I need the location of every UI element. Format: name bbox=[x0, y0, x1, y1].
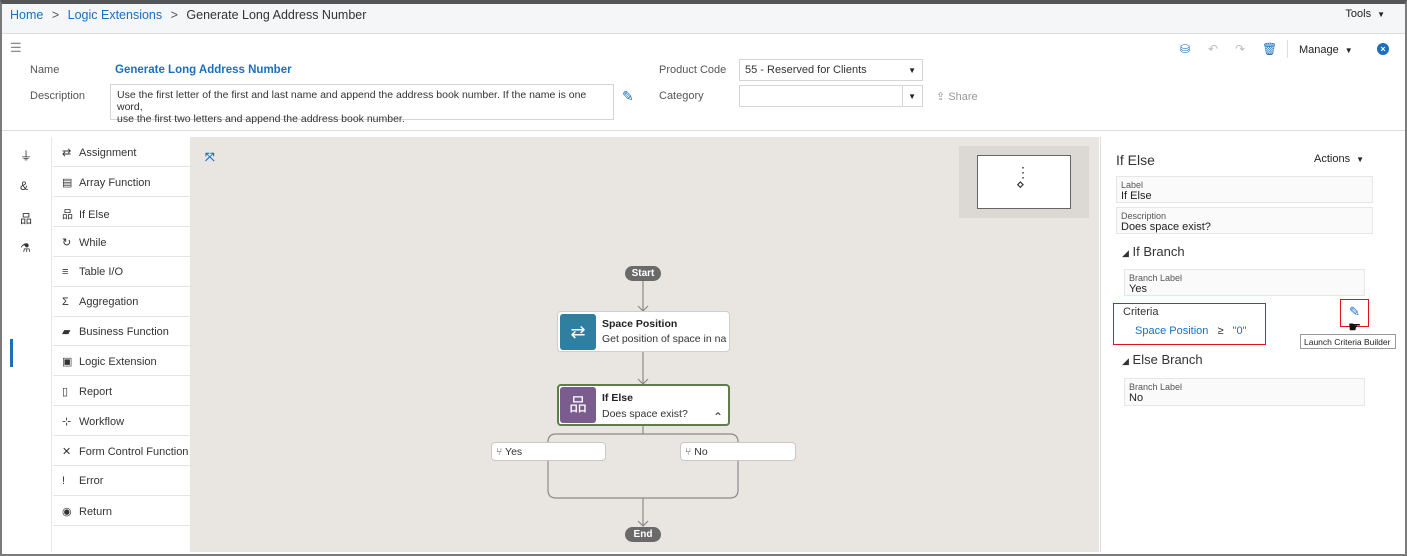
space-position-node[interactable]: ⇄ Space Position Get position of space i… bbox=[557, 311, 730, 352]
end-node[interactable]: End bbox=[625, 527, 661, 542]
start-node[interactable]: Start bbox=[625, 266, 661, 281]
collapse-triangle-icon: ◢ bbox=[1122, 356, 1129, 366]
section-heading: Else Branch bbox=[1132, 352, 1203, 367]
criteria-label: Criteria bbox=[1123, 306, 1159, 318]
field-label: Description bbox=[1121, 211, 1167, 221]
criteria-operator: ≥ bbox=[1217, 325, 1224, 337]
branch-icon: ⑂ bbox=[685, 446, 692, 458]
if-branch-label-field[interactable]: Branch Label Yes bbox=[1124, 269, 1365, 296]
node-title: If Else bbox=[602, 392, 633, 404]
field-value: Does space exist? bbox=[1121, 221, 1211, 233]
branch-icon: ⑂ bbox=[496, 446, 503, 458]
field-value: If Else bbox=[1121, 190, 1152, 202]
field-label: Branch Label bbox=[1129, 382, 1183, 392]
description-field[interactable]: Description Does space exist? bbox=[1116, 207, 1373, 234]
section-heading: If Branch bbox=[1132, 244, 1185, 259]
caret-down-icon: ▼ bbox=[1356, 155, 1364, 164]
collapse-chevron-icon[interactable]: ⌃ bbox=[713, 410, 723, 424]
collapse-triangle-icon: ◢ bbox=[1122, 248, 1129, 258]
actions-label: Actions bbox=[1314, 153, 1351, 165]
node-subtitle: Does space exist? bbox=[602, 408, 688, 420]
else-branch-section[interactable]: ◢ Else Branch bbox=[1122, 352, 1203, 367]
actions-menu[interactable]: Actions ▼ bbox=[1314, 153, 1364, 165]
properties-title: If Else bbox=[1116, 152, 1155, 168]
tooltip: Launch Criteria Builder bbox=[1300, 334, 1396, 349]
branch-label: No bbox=[694, 446, 708, 458]
criteria-field: Space Position bbox=[1135, 325, 1209, 337]
branch-no[interactable]: ⑂ No bbox=[680, 442, 796, 461]
criteria-expression[interactable]: Space Position ≥ "0" bbox=[1135, 325, 1247, 337]
field-value: No bbox=[1129, 392, 1144, 404]
assignment-icon: ⇄ bbox=[560, 314, 596, 350]
branch-yes[interactable]: ⑂ Yes bbox=[491, 442, 606, 461]
label-field[interactable]: Label If Else bbox=[1116, 176, 1373, 203]
if-branch-section[interactable]: ◢ If Branch bbox=[1122, 244, 1185, 259]
field-label: Label bbox=[1121, 180, 1144, 190]
else-branch-label-field[interactable]: Branch Label No bbox=[1124, 378, 1365, 406]
node-title: Space Position bbox=[602, 318, 678, 330]
field-value: Yes bbox=[1129, 283, 1147, 295]
if-else-icon: 品 bbox=[560, 387, 596, 423]
criteria-value: "0" bbox=[1232, 325, 1247, 337]
node-subtitle: Get position of space in na bbox=[602, 333, 727, 345]
if-else-node[interactable]: 品 If Else Does space exist? ⌃ bbox=[557, 384, 730, 426]
branch-label: Yes bbox=[505, 446, 523, 458]
field-label: Branch Label bbox=[1129, 273, 1183, 283]
